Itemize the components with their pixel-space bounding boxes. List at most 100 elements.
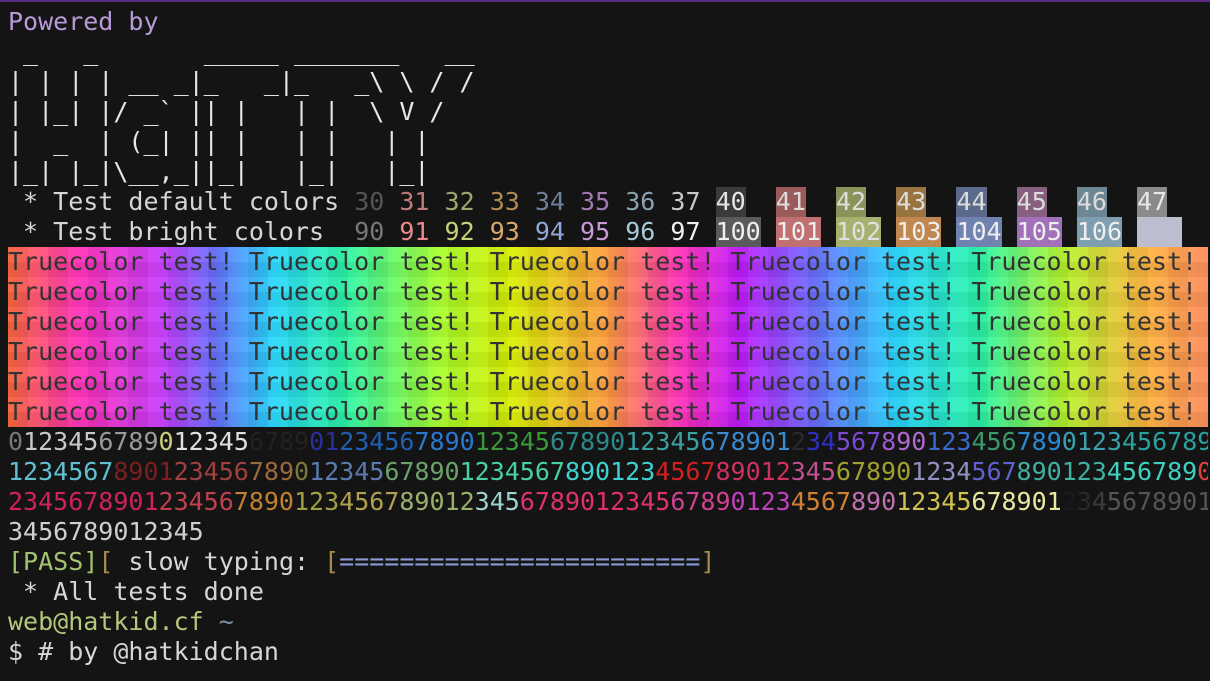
digit-segment: 12345 (474, 427, 550, 456)
digit-segment: 345 (790, 457, 836, 486)
digit-segment: 23456 (158, 487, 234, 516)
progress-bar: ======================== (339, 547, 701, 576)
digit-segment: 12345 (309, 457, 385, 486)
digit-segment: 2345678901 (8, 487, 159, 516)
ascii-logo-line: _ _ _____ _______ __ (8, 37, 475, 66)
digit-segment: 0 (158, 427, 174, 456)
digit-segment: 678901 (971, 487, 1062, 516)
digit-segment: 12345 (625, 427, 701, 456)
digit-segment: 6789012345 (519, 487, 671, 516)
digit-segment: 0 (8, 427, 24, 456)
color-code (1137, 217, 1183, 247)
color-code: 96 (625, 217, 656, 246)
color-code: 100 (715, 217, 761, 247)
bright-color-codes: 90 91 92 93 94 95 96 97 100 101 102 103 … (354, 217, 1183, 247)
color-code: 37 (670, 187, 701, 216)
digit-segment: 8901 (113, 457, 174, 486)
prompt-line: web@hatkid.cf ~ (8, 607, 1208, 637)
color-code: 94 (534, 217, 565, 246)
digit-segment: 1234 (911, 457, 972, 486)
truecolor-row: Truecolor test! Truecolor test! Truecolo… (8, 367, 1198, 396)
powered-by-line: Powered by (8, 7, 159, 36)
open-bracket: [ (98, 547, 114, 576)
color-digits-row: 3456789012345 (8, 517, 1208, 547)
digit-segment: 0123 (1061, 427, 1122, 456)
color-code: 102 (836, 217, 882, 247)
digit-segment: 3456789012345 (8, 517, 204, 546)
digit-segment: 345 (474, 487, 520, 516)
color-code: 97 (670, 217, 701, 246)
digit-segment: 7890 (233, 487, 294, 516)
color-digits-row: 1234567890123456789012345678901234567890… (8, 457, 1208, 487)
digit-segment: 890 (850, 487, 897, 516)
digit-segment: 12345 (896, 487, 972, 516)
truecolor-test-block: Truecolor test! Truecolor test! Truecolo… (8, 247, 1208, 427)
digit-segment: 123 (926, 427, 972, 456)
color-code: 31 (399, 187, 430, 216)
digit-segment: 0 (1197, 457, 1208, 486)
digit-segment: 7890 (414, 427, 475, 456)
digit-segment: 5678901 (1106, 487, 1208, 516)
truecolor-row: Truecolor test! Truecolor test! Truecolo… (8, 247, 1198, 276)
prompt-path: ~ (203, 607, 234, 636)
digit-segment: 789 (248, 457, 294, 486)
digit-segment: 8 (881, 427, 897, 456)
color-code: 40 (715, 187, 746, 217)
digit-segment: 89012 (399, 487, 475, 516)
progress-open: [ (324, 547, 340, 576)
digit-segment: 23456 (173, 457, 249, 486)
default-colors-label: * Test default colors (8, 187, 355, 216)
color-code: 33 (489, 187, 520, 216)
truecolor-row: Truecolor test! Truecolor test! Truecolo… (8, 397, 1198, 426)
digit-segment: 456 (971, 427, 1017, 456)
color-code: 35 (580, 187, 611, 216)
digit-segment: 01 (309, 427, 340, 456)
color-code: 91 (399, 217, 430, 246)
digit-segment: 3 (1076, 487, 1092, 516)
progress-close: ] (700, 547, 716, 576)
color-code: 32 (444, 187, 475, 216)
slow-typing-line: [PASS][ slow typing: [==================… (8, 547, 1208, 577)
command-line[interactable]: $ # by @hatkidchan (8, 637, 1208, 667)
color-code: 46 (1076, 187, 1107, 217)
prompt-user-host: web@hatkid.cf (8, 607, 204, 636)
digit-segment: 1234567 (459, 457, 565, 486)
color-digits-row: 2345678901234567890123456789012345678901… (8, 487, 1208, 517)
digit-segment: 6789 (98, 427, 159, 456)
digit-segment: 0 (294, 457, 310, 486)
digit-segment: 4567 (339, 487, 400, 516)
digit-segment: 23456 (339, 427, 415, 456)
color-code: 41 (775, 187, 806, 217)
default-colors-line: * Test default colors 30 31 32 33 34 35 … (8, 187, 1208, 217)
color-code: 106 (1076, 217, 1123, 247)
ascii-logo-line: |_| |_|\__,_||_| |_| |_| (8, 157, 430, 186)
color-code: 44 (956, 187, 987, 217)
digit-segment: 678901 (700, 427, 791, 456)
pass-status: [PASS] (8, 547, 99, 576)
digit-segment: 123 (294, 487, 340, 516)
color-code: 105 (1016, 217, 1062, 247)
color-code: 92 (444, 217, 475, 246)
ascii-logo-line: | | | | __ _|_ _|_ _\ \ / / (8, 67, 475, 96)
digit-segment: 567 (835, 427, 882, 456)
color-code: 93 (489, 217, 520, 246)
truecolor-row: Truecolor test! Truecolor test! Truecolo… (8, 337, 1198, 366)
digit-segment: 4 (1091, 487, 1107, 516)
digit-segment: 6789 (670, 487, 731, 516)
digit-segment: 456789 (1121, 427, 1208, 456)
digit-segment: 2 (790, 427, 806, 456)
color-code: 36 (625, 187, 656, 216)
color-code: 101 (775, 217, 821, 247)
color-code: 34 (534, 187, 565, 216)
digit-segment: 67890 (835, 457, 912, 486)
truecolor-text: Truecolor test! Truecolor test! Truecolo… (8, 247, 1208, 427)
color-code: 90 (354, 217, 385, 246)
digit-segment: 89012 (715, 457, 791, 486)
slow-typing-label: slow typing: (113, 547, 325, 576)
terminal-output[interactable]: Powered by _ _ _____ _______ __ | | | | … (8, 7, 1208, 667)
digit-segment: 4567 (790, 487, 851, 516)
color-code: 43 (896, 187, 927, 217)
ascii-logo: _ _ _____ _______ __ | | | | __ _|_ _|_ … (8, 37, 1208, 187)
digit-segment: 890123 (1016, 457, 1107, 486)
digit-segment: 567 (971, 457, 1017, 486)
